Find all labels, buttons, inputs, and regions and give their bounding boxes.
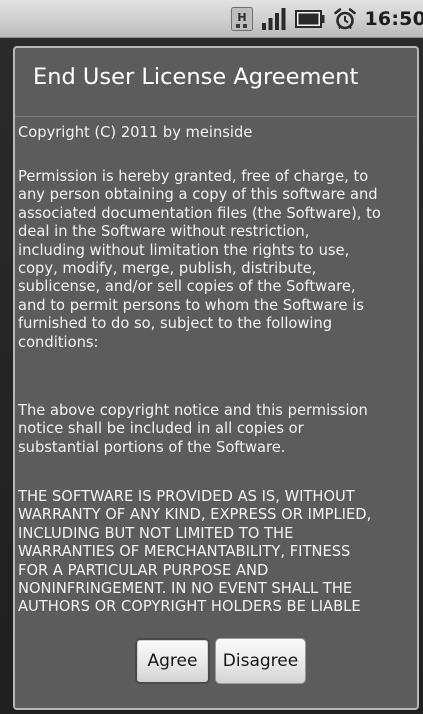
text-line: associated documentation files (the Soft… [18, 204, 381, 222]
text-line: notice shall be included in all copies o… [18, 420, 304, 438]
agree-button[interactable]: Agree [135, 638, 210, 684]
text-line: sublicense, and/or sell copies of the So… [18, 278, 356, 296]
alarm-clock-icon [333, 8, 356, 30]
text-line: copy, modify, merge, publish, distribute… [18, 260, 317, 278]
text-line: The above copyright notice and this perm… [18, 402, 368, 419]
text-line: INCLUDING BUT NOT LIMITED TO THE [18, 524, 294, 542]
hspa-data-icon: H [230, 7, 253, 31]
license-text-scroll-area[interactable]: Copyright (C) 2011 by meinside Permissio… [18, 118, 416, 652]
text-line: conditions: [18, 333, 99, 351]
warranty-paragraph: THE SOFTWARE IS PROVIDED AS IS, WITHOUT … [18, 488, 371, 617]
status-clock: 16:50 [364, 8, 423, 30]
text-line: including without limitation the rights … [18, 241, 350, 259]
title-divider [15, 116, 417, 117]
text-line: FOR A PARTICULAR PURPOSE AND [18, 561, 269, 579]
text-line: AUTHORS OR COPYRIGHT HOLDERS BE LIABLE [18, 598, 361, 616]
dialog-title: End User License Agreement [33, 64, 359, 90]
status-icons: H 16:50 [230, 0, 423, 38]
svg-text:H: H [237, 11, 246, 24]
text-line: deal in the Software without restriction… [18, 223, 310, 241]
status-bar: H 16:50 [0, 0, 423, 38]
battery-icon [294, 10, 325, 28]
text-line: WARRANTY OF ANY KIND, EXPRESS OR IMPLIED… [18, 506, 372, 524]
text-line: furnished to do so, subject to the follo… [18, 315, 333, 333]
notice-paragraph: The above copyright notice and this perm… [18, 402, 368, 457]
text-line: and to permit persons to whom the Softwa… [18, 296, 364, 314]
disagree-button[interactable]: Disagree [215, 638, 306, 684]
text-line: NONINFRINGEMENT. IN NO EVENT SHALL THE [18, 580, 353, 598]
dialog-button-bar: Agree Disagree [15, 634, 417, 708]
eula-dialog: End User License Agreement Copyright (C)… [13, 46, 419, 710]
text-line: WARRANTIES OF MERCHANTABILITY, FITNESS [18, 543, 351, 561]
text-line: substantial portions of the Software. [18, 438, 286, 456]
text-line: any person obtaining a copy of this soft… [18, 186, 378, 204]
copyright-line: Copyright (C) 2011 by meinside [18, 124, 253, 141]
permission-paragraph: Permission is hereby granted, free of ch… [18, 168, 381, 352]
text-line: THE SOFTWARE IS PROVIDED AS IS, WITHOUT [18, 488, 355, 505]
text-line: Permission is hereby granted, free of ch… [18, 168, 369, 185]
signal-strength-icon [261, 8, 286, 30]
